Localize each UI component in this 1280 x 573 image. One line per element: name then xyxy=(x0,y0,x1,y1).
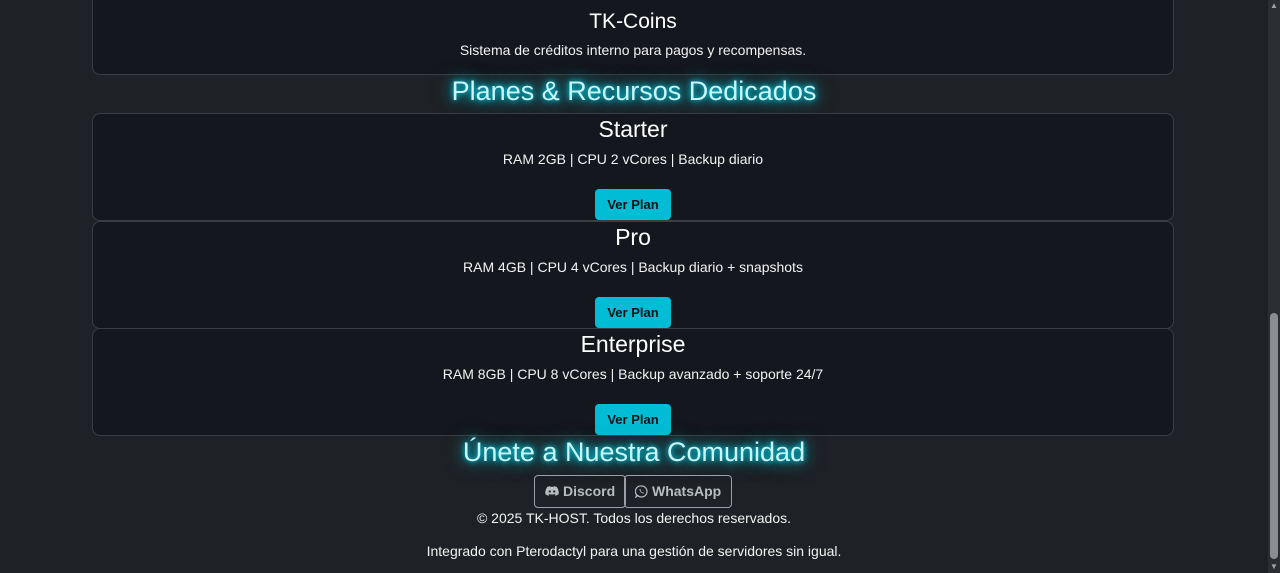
discord-icon xyxy=(545,486,559,497)
plan-specs: RAM 8GB | CPU 8 vCores | Backup avanzado… xyxy=(442,366,824,382)
plan-card-enterprise: Enterprise RAM 8GB | CPU 8 vCores | Back… xyxy=(92,328,1174,436)
plan-card-starter: Starter RAM 2GB | CPU 2 vCores | Backup … xyxy=(92,113,1174,221)
plan-card-pro: Pro RAM 4GB | CPU 4 vCores | Backup diar… xyxy=(92,221,1174,329)
feature-card-tkcoins: TK-Coins Sistema de créditos interno par… xyxy=(92,0,1174,75)
plan-name: Pro xyxy=(615,224,651,250)
plan-name: Starter xyxy=(598,116,668,142)
view-plan-button-pro[interactable]: Ver Plan xyxy=(595,297,671,328)
plan-specs: RAM 4GB | CPU 4 vCores | Backup diario +… xyxy=(463,259,803,275)
whatsapp-icon xyxy=(635,485,648,498)
view-plan-button-enterprise[interactable]: Ver Plan xyxy=(595,404,671,435)
scroll-down-icon[interactable]: ▼ xyxy=(1268,561,1280,573)
footer-copyright: © 2025 TK-HOST. Todos los derechos reser… xyxy=(476,510,792,526)
discord-button[interactable]: Discord xyxy=(534,475,627,508)
plans-section-title: Planes & Recursos Dedicados xyxy=(451,76,817,106)
discord-label: Discord xyxy=(563,483,616,499)
main-content: TK-Coins Sistema de créditos interno par… xyxy=(0,0,1268,573)
vertical-scrollbar[interactable]: ▲ ▼ xyxy=(1268,0,1280,573)
community-section-title: Únete a Nuestra Comunidad xyxy=(462,437,806,467)
feature-title: TK-Coins xyxy=(589,10,677,33)
plan-specs: RAM 2GB | CPU 2 vCores | Backup diario xyxy=(502,151,764,167)
feature-description: Sistema de créditos interno para pagos y… xyxy=(459,42,807,58)
page: TK-Coins Sistema de créditos interno par… xyxy=(0,0,1280,573)
view-plan-button-starter[interactable]: Ver Plan xyxy=(595,189,671,220)
scroll-up-icon[interactable]: ▲ xyxy=(1268,0,1280,12)
scrollbar-thumb[interactable] xyxy=(1270,313,1278,559)
whatsapp-button[interactable]: WhatsApp xyxy=(624,475,733,508)
whatsapp-label: WhatsApp xyxy=(652,483,722,499)
footer-tagline: Integrado con Pterodactyl para una gesti… xyxy=(426,543,842,559)
plan-name: Enterprise xyxy=(580,331,686,357)
